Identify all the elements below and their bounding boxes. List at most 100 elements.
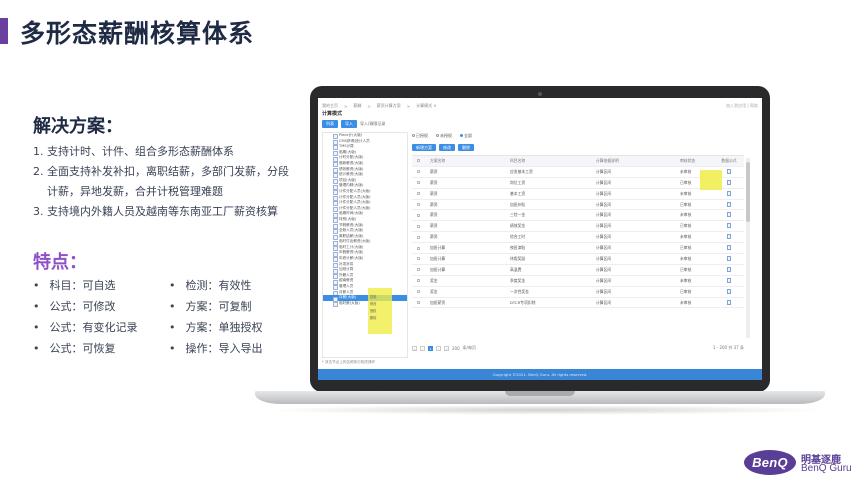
select-all-checkbox[interactable] (416, 159, 420, 163)
row-checkbox[interactable] (416, 257, 420, 261)
table-row[interactable]: 薪资 绩效奖金 计算区间 已审核 (412, 221, 744, 233)
row-checkbox[interactable] (416, 170, 420, 174)
table-cell: DTCR专项扣除 (510, 299, 536, 305)
row-checkbox[interactable] (416, 290, 420, 294)
camera-icon (538, 92, 542, 96)
page-size-select[interactable]: 200 (452, 346, 460, 351)
context-menu-item[interactable]: 授权 (370, 308, 384, 315)
breadcrumb-right-links[interactable]: 加入到应用 | 帮助 (726, 103, 758, 109)
formula-doc-icon[interactable] (727, 168, 731, 174)
filter-radios: 已授权 未授权 全部 (412, 132, 758, 140)
tree-node[interactable]: 临时薪(大版) (323, 301, 407, 307)
table-cell: 未审核 (680, 299, 692, 305)
filter-authorized[interactable]: 已授权 (412, 133, 428, 139)
col-header: 数据公式 (721, 157, 737, 163)
delete-button[interactable]: 删除 (458, 144, 474, 151)
table-cell: 薪资 (430, 212, 438, 218)
row-checkbox[interactable] (416, 203, 420, 206)
table-row[interactable]: 薪资 加班补贴 计算区间 已审核 (412, 200, 744, 211)
tree-scrollbar[interactable] (407, 135, 408, 195)
radio-icon (436, 134, 439, 137)
table-row[interactable]: 奖金 一次性奖金 计算区间 已审核 (412, 287, 744, 298)
row-checkbox[interactable] (416, 192, 420, 196)
radio-icon (412, 134, 415, 137)
row-checkbox[interactable] (416, 213, 420, 217)
row-checkbox[interactable] (416, 301, 420, 305)
table-cell: 一次性奖金 (510, 288, 529, 294)
title-accent-bar (0, 18, 8, 44)
formula-doc-icon[interactable] (727, 299, 731, 305)
formula-doc-icon[interactable] (727, 266, 731, 272)
context-menu-item[interactable]: 修改 (370, 301, 384, 308)
table-row[interactable]: 薪资 岗位工资 计算区间 已审核 (412, 178, 744, 189)
table-row[interactable]: 加班计算 休假奖励 计算区间 未审核 (412, 254, 744, 265)
tab-import[interactable]: 导入 (341, 120, 357, 128)
formula-doc-icon[interactable] (727, 255, 731, 261)
formula-doc-icon[interactable] (727, 179, 731, 185)
formula-doc-icon[interactable] (727, 234, 731, 240)
table-cell: 岗位工资 (510, 179, 526, 185)
table-cell: 计算区间 (596, 168, 612, 174)
table-cell: 已审核 (680, 245, 692, 251)
row-checkbox[interactable] (416, 224, 420, 228)
breadcrumb: 我的主页 > 薪酬 > 薪资计算方案 > 计算模式 × 加入到应用 | 帮助 (322, 103, 758, 109)
row-checkbox[interactable] (416, 279, 420, 283)
last-page-button[interactable]: » (444, 345, 449, 351)
app-footer: Copyright ©2021. BenQ Guru. All rights r… (318, 369, 762, 380)
table-row[interactable]: 薪资 三险一金 计算区间 未审核 (412, 210, 744, 222)
table-row[interactable]: 奖金 季度奖金 计算区间 未审核 (412, 276, 744, 287)
formula-doc-icon[interactable] (727, 201, 731, 207)
formula-doc-icon[interactable] (727, 212, 731, 218)
context-menu-item[interactable]: 删除 (370, 315, 384, 322)
row-checkbox[interactable] (416, 268, 420, 272)
table-cell: 加班计算 (430, 245, 446, 251)
table-row[interactable]: 加班计算 高温费 计算区间 已审核 (412, 265, 744, 276)
table-cell: 奖金 (430, 288, 438, 294)
first-page-button[interactable]: « (412, 345, 417, 351)
table-cell: 奖金 (430, 277, 438, 283)
table-row[interactable]: 加班薪资 DTCR专项扣除 计算区间 未审核 (412, 298, 744, 309)
table-cell: 薪资 (430, 201, 438, 207)
table-row[interactable]: 薪资 综合工时 计算区间 未审核 (412, 232, 744, 244)
table-cell: 计算区间 (596, 223, 612, 229)
table-cell: 已审核 (680, 223, 692, 229)
row-checkbox[interactable] (416, 246, 420, 250)
table-row[interactable]: 薪资 基本工资 计算区间 未审核 (412, 189, 744, 200)
formula-doc-icon[interactable] (727, 190, 731, 196)
table-cell: 计算区间 (596, 255, 612, 261)
page-number[interactable]: 1 (428, 345, 433, 351)
table-row[interactable]: 薪资 应发基本工资 计算区间 未审核 (412, 167, 744, 178)
breadcrumb-item[interactable]: 薪资计算方案 (377, 103, 401, 109)
breadcrumb-item[interactable]: 薪酬 (353, 103, 361, 109)
table-cell: 计算区间 (596, 266, 612, 272)
filter-all[interactable]: 全部 (460, 133, 472, 139)
table-cell: 薪资 (430, 179, 438, 185)
filter-unauthorized[interactable]: 未授权 (436, 133, 452, 139)
formula-doc-icon[interactable] (727, 277, 731, 283)
breadcrumb-item[interactable]: 计算模式 × (416, 103, 437, 109)
edit-button[interactable]: 修改 (439, 144, 455, 151)
feature-item: 检测：有效性 (169, 276, 295, 295)
formula-doc-icon[interactable] (727, 288, 731, 294)
table-row[interactable]: 加班计算 夜班津贴 计算区间 已审核 (412, 243, 744, 255)
action-buttons: 新增方案 修改 删除 (412, 144, 758, 151)
table-cell: 薪资 (430, 234, 438, 240)
breadcrumb-item[interactable]: 我的主页 (322, 103, 338, 109)
grid-scrollbar[interactable] (746, 158, 750, 338)
feature-item: 公式：可恢复 (33, 339, 169, 358)
tab-list[interactable]: 列表 (322, 120, 338, 128)
add-scheme-button[interactable]: 新增方案 (412, 144, 436, 151)
laptop-notch (505, 391, 575, 396)
formula-doc-icon[interactable] (727, 223, 731, 229)
context-menu-item[interactable]: 复制 (370, 294, 384, 301)
table-cell: 已审核 (680, 288, 692, 294)
formula-doc-icon[interactable] (727, 245, 731, 251)
next-page-button[interactable]: › (436, 345, 441, 351)
prev-page-button[interactable]: ‹ (420, 345, 425, 351)
features-grid: 科目：可自选 检测：有效性 公式：可修改 方案：可复制 公式：有变化记录 方案：… (33, 276, 295, 358)
import-record-link[interactable]: 导入/源限记录 (360, 121, 385, 127)
row-checkbox[interactable] (416, 235, 420, 239)
row-checkbox[interactable] (416, 181, 420, 185)
table-cell: 计算区间 (596, 212, 612, 218)
laptop-screen: 我的主页 > 薪酬 > 薪资计算方案 > 计算模式 × 加入到应用 | 帮助 计… (318, 98, 762, 380)
